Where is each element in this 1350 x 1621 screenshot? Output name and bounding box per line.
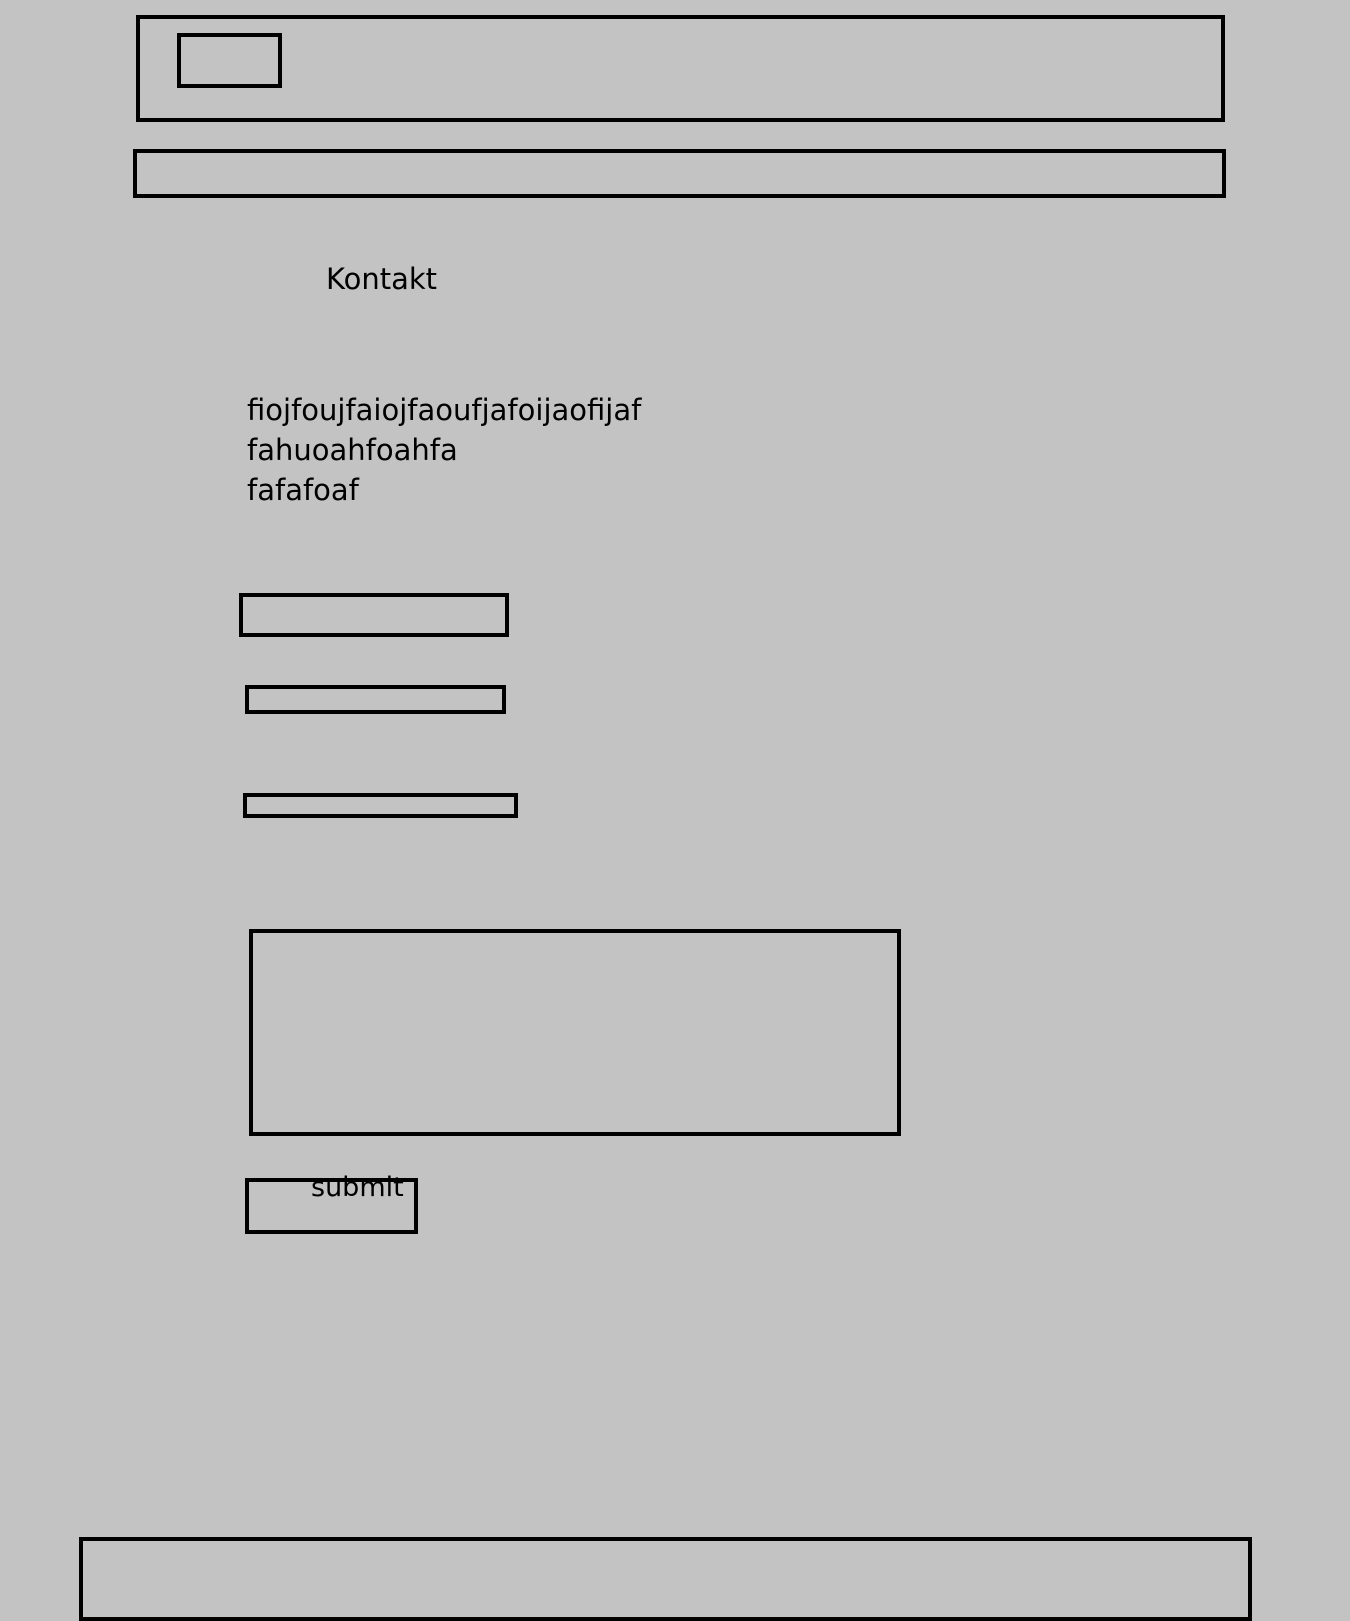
intro-line: fahuoahfoahfa bbox=[247, 433, 458, 467]
intro-text: fiojfoujfaiojfaoufjafoijaofijaf fahuoahf… bbox=[247, 390, 641, 510]
name-input[interactable] bbox=[239, 593, 509, 637]
submit-button-label: submit bbox=[311, 1172, 404, 1203]
navigation-bar[interactable] bbox=[133, 149, 1226, 198]
intro-line: fiojfoujfaiojfaoufjafoijaofijaf bbox=[247, 393, 642, 427]
footer bbox=[79, 1537, 1252, 1621]
message-textarea[interactable] bbox=[249, 929, 901, 1136]
subject-input[interactable] bbox=[243, 793, 518, 818]
page-title: Kontakt bbox=[326, 262, 438, 296]
header bbox=[136, 15, 1225, 122]
email-input[interactable] bbox=[245, 685, 506, 714]
intro-line: fafafoaf bbox=[247, 473, 359, 507]
logo-placeholder[interactable] bbox=[177, 33, 282, 88]
